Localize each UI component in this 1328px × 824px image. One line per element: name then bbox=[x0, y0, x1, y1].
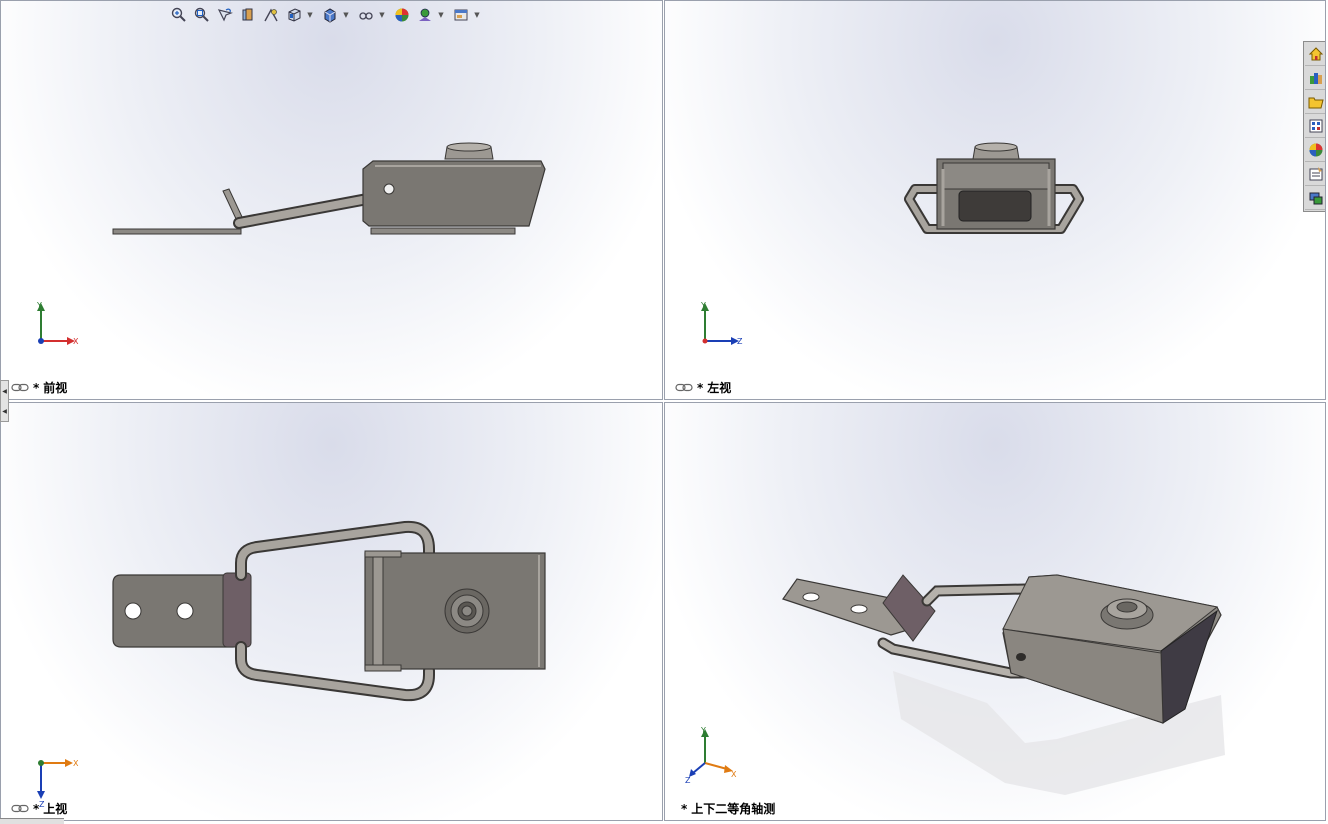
triad-front-y: Y bbox=[36, 301, 42, 310]
viewport-iso-name: 上下二等角轴测 bbox=[691, 802, 776, 816]
label-prefix: * bbox=[33, 801, 40, 816]
viewport-left[interactable]: Y Z * 左视 bbox=[664, 0, 1326, 400]
triad-front-x: X bbox=[73, 337, 79, 346]
triad-left-y: Y bbox=[700, 301, 706, 310]
file-explorer-icon[interactable] bbox=[1305, 91, 1325, 114]
left-view-model[interactable] bbox=[665, 1, 1326, 400]
top-view-model[interactable] bbox=[1, 403, 663, 821]
triad-iso-y: Y bbox=[700, 726, 706, 735]
triad-isometric: Y X Z bbox=[685, 726, 737, 785]
isometric-view-model[interactable] bbox=[665, 403, 1326, 821]
viewport-front-name: 前视 bbox=[43, 381, 68, 395]
feature-manager-collapse-handle[interactable]: ◀ ◀ bbox=[0, 380, 9, 422]
label-prefix: * bbox=[681, 801, 688, 816]
label-prefix: * bbox=[697, 380, 704, 395]
viewport-left-name: 左视 bbox=[707, 381, 732, 395]
triad-left-z: Z bbox=[737, 337, 743, 346]
appearances-icon[interactable] bbox=[1305, 139, 1325, 162]
view-palette-icon[interactable] bbox=[1305, 115, 1325, 138]
link-views-icon[interactable] bbox=[11, 383, 29, 392]
viewport-top-label: * 上视 bbox=[11, 800, 67, 817]
viewport-front[interactable]: ▼ ▼ ▼ ▼ ▼ Y X * 前视 bbox=[0, 0, 663, 400]
design-library-icon[interactable] bbox=[1305, 67, 1325, 90]
solidworks-forum-icon[interactable] bbox=[1305, 187, 1325, 210]
link-views-icon[interactable] bbox=[11, 804, 29, 813]
arrow-left-icon: ◀ bbox=[2, 387, 7, 395]
solidworks-resources-icon[interactable] bbox=[1305, 43, 1325, 66]
triad-top-x: X bbox=[73, 759, 79, 768]
front-view-model[interactable] bbox=[1, 1, 663, 400]
arrow-left-icon: ◀ bbox=[2, 407, 7, 415]
link-views-icon[interactable] bbox=[675, 383, 693, 392]
bottom-tab-strip[interactable] bbox=[0, 818, 64, 824]
viewport-isometric-label: * 上下二等角轴测 bbox=[681, 800, 775, 817]
viewport-left-label: * 左视 bbox=[675, 379, 731, 396]
triad-front: Y X bbox=[36, 301, 79, 346]
triad-iso-x: X bbox=[731, 770, 737, 779]
triad-iso-z: Z bbox=[685, 776, 691, 785]
triad-left: Y Z bbox=[700, 301, 743, 346]
viewport-front-label: * 前视 bbox=[11, 379, 67, 396]
viewport-isometric[interactable]: Y X Z * 上下二等角轴测 bbox=[664, 402, 1326, 821]
task-pane-tabs bbox=[1303, 41, 1325, 212]
viewport-top[interactable]: Z X * 上视 bbox=[0, 402, 663, 821]
viewport-top-name: 上视 bbox=[43, 802, 68, 816]
label-prefix: * bbox=[33, 380, 40, 395]
custom-properties-icon[interactable] bbox=[1305, 163, 1325, 186]
